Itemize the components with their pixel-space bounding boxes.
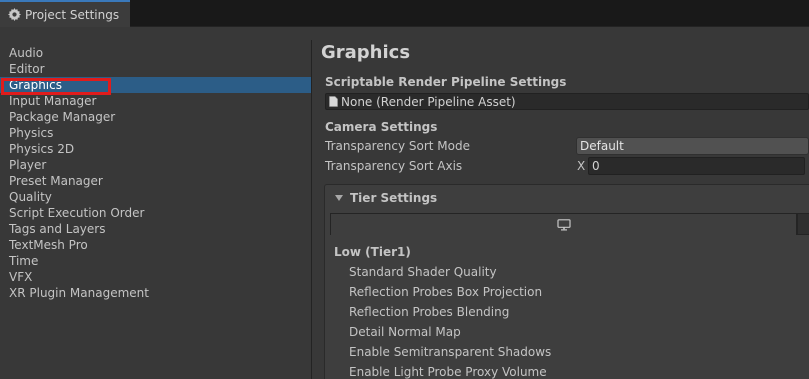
sidebar-item-xr-plugin-management[interactable]: XR Plugin Management [0,285,311,301]
sidebar-item-script-execution-order[interactable]: Script Execution Order [0,205,311,221]
transparency-sort-axis-x-value: 0 [592,159,600,173]
monitor-icon [556,218,571,230]
platform-tab-standalone[interactable] [330,213,797,235]
tier-name-label: Low (Tier1) [334,245,411,259]
asset-file-icon [329,96,338,107]
sidebar-item-textmesh-pro[interactable]: TextMesh Pro [0,237,311,253]
axis-x-label: X [577,159,586,173]
sidebar-item-vfx[interactable]: VFX [0,269,311,285]
enable-semitransparent-shadows-label: Enable Semitransparent Shadows [349,345,552,359]
srp-settings-heading: Scriptable Render Pipeline Settings [325,75,567,89]
gear-icon [7,8,21,22]
tier-settings-foldout[interactable]: Tier Settings [325,185,809,211]
sidebar-item-package-manager[interactable]: Package Manager [0,109,311,125]
render-pipeline-asset-field[interactable]: None (Render Pipeline Asset) [325,93,809,110]
reflection-probes-box-projection-label: Reflection Probes Box Projection [349,285,543,299]
sidebar-item-audio[interactable]: Audio [0,45,311,61]
sidebar-item-tags-and-layers[interactable]: Tags and Layers [0,221,311,237]
transparency-sort-axis-label: Transparency Sort Axis [325,159,463,173]
transparency-sort-axis-x-field[interactable]: 0 [588,157,805,175]
standard-shader-quality-label: Standard Shader Quality [349,265,497,279]
tab-title: Project Settings [25,7,120,22]
foldout-arrow-icon [335,195,343,201]
reflection-probes-blending-label: Reflection Probes Blending [349,305,510,319]
window-tab-bar: Project Settings [0,0,809,27]
transparency-sort-mode-value: Default [580,139,624,153]
sidebar-item-preset-manager[interactable]: Preset Manager [0,173,311,189]
transparency-sort-mode-dropdown[interactable]: Default [576,137,809,155]
sidebar-item-time[interactable]: Time [0,253,311,269]
platform-tab-other[interactable] [797,213,809,235]
camera-settings-heading: Camera Settings [325,120,438,134]
project-settings-tab[interactable]: Project Settings [0,0,130,27]
sidebar-item-input-manager[interactable]: Input Manager [0,93,311,109]
tier-settings-heading: Tier Settings [350,191,438,205]
sidebar-item-editor[interactable]: Editor [0,61,311,77]
render-pipeline-asset-value: None (Render Pipeline Asset) [341,94,516,109]
transparency-sort-mode-label: Transparency Sort Mode [325,139,470,153]
detail-normal-map-label: Detail Normal Map [349,325,461,339]
settings-sidebar: Audio Editor Graphics Input Manager Pack… [0,40,312,379]
enable-light-probe-proxy-volume-label: Enable Light Probe Proxy Volume [349,365,547,379]
sidebar-item-quality[interactable]: Quality [0,189,311,205]
toolbar-strip [0,27,809,40]
sidebar-item-physics-2d[interactable]: Physics 2D [0,141,311,157]
tier-settings-box: Tier Settings Low (Tier1) Standard Shade… [324,184,809,379]
graphics-settings-panel: Graphics Scriptable Render Pipeline Sett… [313,40,809,379]
sidebar-item-player[interactable]: Player [0,157,311,173]
sidebar-item-physics[interactable]: Physics [0,125,311,141]
page-title: Graphics [321,42,411,63]
sidebar-item-graphics[interactable]: Graphics [0,77,311,93]
